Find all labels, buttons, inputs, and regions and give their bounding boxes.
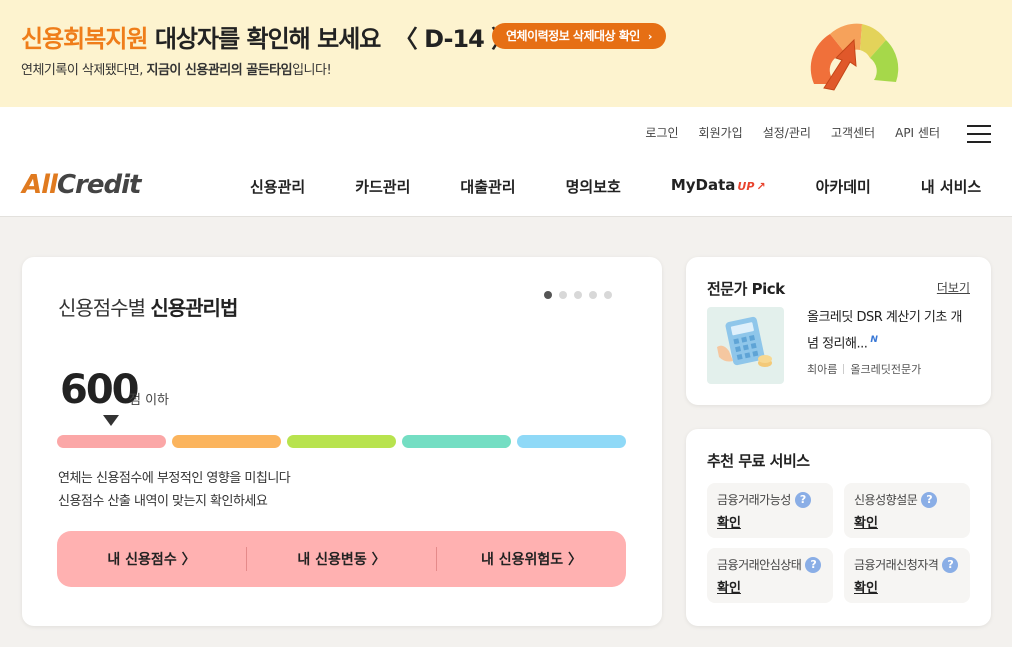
score-card-title-light: 신용점수별 [58,296,151,320]
service-name: 금융거래안심상태? [717,556,833,573]
score-unit: 점 이하 [129,393,170,408]
service-item-financial-safety[interactable]: 금융거래안심상태? 확인 [707,548,833,603]
score-range-segment [172,435,281,448]
banner-sub-suffix: 입니다! [292,63,332,78]
util-support-link[interactable]: 고객센터 [831,124,875,141]
free-services-grid: 금융거래가능성? 확인 신용성향설문? 확인 금융거래안심상태? 확인 금융거래… [707,483,970,603]
delinquency-check-button[interactable]: 연체이력정보 삭제대상 확인 › [492,23,666,49]
help-icon[interactable]: ? [942,556,959,573]
score-range-segment [402,435,511,448]
service-name: 금융거래가능성? [717,491,833,508]
score-value: 600 [60,367,139,413]
banner-subtitle: 연체기록이 삭제됐다면, 지금이 신용관리의 골든타임입니다! [21,59,332,78]
more-link[interactable]: 더보기 [937,279,970,296]
score-range-bar [57,435,626,448]
service-check-link[interactable]: 확인 [854,577,970,596]
service-item-financial-possibility[interactable]: 금융거래가능성? 확인 [707,483,833,538]
article-meta: 최아름 올크레딧전문가 [807,361,921,377]
allcredit-logo[interactable]: AllCredit [22,170,141,200]
banner-title-text: 대상자를 확인해 보세요 [154,25,382,53]
free-services-card: 추천 무료 서비스 금융거래가능성? 확인 신용성향설문? 확인 금융거래안심상… [686,429,991,626]
nav-identity-protection[interactable]: 명의보호 [566,176,621,197]
banner-title-highlight: 신용회복지원 [21,25,148,53]
calculator-icon [717,316,772,367]
help-icon[interactable]: ? [794,491,811,508]
score-desc-line1: 연체는 신용점수에 부정적인 영향을 미칩니다 [58,471,291,486]
logo-part-all: All [22,170,58,200]
util-api-link[interactable]: API 센터 [895,124,940,141]
service-name-text: 신용성향설문 [854,493,918,507]
score-guide-card: 신용점수별 신용관리법 600 점 이하 연체는 신용점수에 부정적인 영향을 … [22,257,662,626]
nav-credit-management[interactable]: 신용관리 [250,176,305,197]
score-description: 연체는 신용점수에 부정적인 영향을 미칩니다 신용점수 산출 내역이 맞는지 … [58,467,291,513]
mydata-up-badge: UP [737,180,755,193]
carousel-dot[interactable] [574,291,582,299]
service-name-text: 금융거래안심상태 [717,558,802,572]
hamburger-menu-icon[interactable] [967,125,991,143]
logo-part-credit: Credit [56,170,141,200]
service-name-text: 금융거래신청자격 [854,558,939,572]
article-title-link[interactable]: 올크레딧 DSR 계산기 기초 개념 정리해... N [807,306,972,355]
score-card-title-bold: 신용관리법 [150,296,238,320]
score-desc-line2: 신용점수 산출 내역이 맞는지 확인하세요 [58,494,268,509]
nav-my-services[interactable]: 내 서비스 [921,176,981,197]
site-header: 로그인 회원가입 설정/관리 고객센터 API 센터 AllCredit 신용관… [0,107,1012,217]
nav-loan-management[interactable]: 대출관리 [460,176,515,197]
score-range-segment [287,435,396,448]
service-item-credit-survey[interactable]: 신용성향설문? 확인 [844,483,970,538]
article-title: 올크레딧 DSR 계산기 기초 개념 정리해... [807,310,962,352]
carousel-dot[interactable] [589,291,597,299]
banner-sub-bold: 지금이 신용관리의 골든타임 [146,63,293,78]
score-range-segment [517,435,626,448]
carousel-dot[interactable] [544,291,552,299]
util-login-link[interactable]: 로그인 [645,124,678,141]
service-check-link[interactable]: 확인 [717,577,833,596]
nav-mydata-label: MyData [670,176,736,194]
score-card-title: 신용점수별 신용관리법 [58,292,238,321]
expert-pick-title: 전문가 Pick [707,280,785,298]
nav-card-management[interactable]: 카드관리 [355,176,410,197]
score-range-segment [57,435,166,448]
service-check-link[interactable]: 확인 [717,512,833,531]
help-icon[interactable]: ? [805,556,822,573]
divider [843,364,845,374]
score-action-bar: 내 신용점수 〉 내 신용변동 〉 내 신용위험도 〉 [57,531,626,587]
up-arrow-icon: ↗ [756,180,766,193]
service-item-application-eligibility[interactable]: 금융거래신청자격? 확인 [844,548,970,603]
article-author: 최아름 [807,363,838,376]
banner-title: 신용회복지원 대상자를 확인해 보세요 〈 D-14 〉 [21,19,515,54]
service-name: 신용성향설문? [854,491,970,508]
utility-nav: 로그인 회원가입 설정/관리 고객센터 API 센터 [645,124,940,141]
main-nav: 신용관리 카드관리 대출관리 명의보호 MyData UP ↗ 아카데미 내 서비스 [250,176,981,197]
nav-academy[interactable]: 아카데미 [816,176,871,197]
credit-gauge-icon [810,23,899,91]
chevron-right-icon: › [647,30,653,43]
service-name-text: 금융거래가능성 [717,493,791,507]
expert-pick-card: 전문가 Pick 더보기 올크레딧 DSR 계산기 기초 개념 정리해... N … [686,257,991,405]
util-signup-link[interactable]: 회원가입 [699,124,743,141]
nav-mydata[interactable]: MyData UP ↗ [671,176,766,197]
my-credit-score-button[interactable]: 내 신용점수 〉 [57,549,246,569]
help-icon[interactable]: ? [921,491,938,508]
my-credit-change-button[interactable]: 내 신용변동 〉 [247,549,436,569]
util-settings-link[interactable]: 설정/관리 [763,124,811,141]
free-services-title: 추천 무료 서비스 [707,452,810,470]
carousel-dot[interactable] [559,291,567,299]
article-thumbnail[interactable] [707,307,784,384]
score-pointer-icon [103,415,119,426]
my-credit-risk-button[interactable]: 내 신용위험도 〉 [437,549,626,569]
promo-banner[interactable]: 신용회복지원 대상자를 확인해 보세요 〈 D-14 〉 연체이력정보 삭제대상… [0,0,1012,107]
article-author-role: 올크레딧전문가 [850,363,922,376]
new-badge: N [870,335,878,345]
delinquency-check-label: 연체이력정보 삭제대상 확인 [506,29,640,43]
banner-sub-prefix: 연체기록이 삭제됐다면, [21,63,147,78]
service-name: 금융거래신청자격? [854,556,970,573]
carousel-dot[interactable] [604,291,612,299]
carousel-pagination [544,291,612,299]
service-check-link[interactable]: 확인 [854,512,970,531]
